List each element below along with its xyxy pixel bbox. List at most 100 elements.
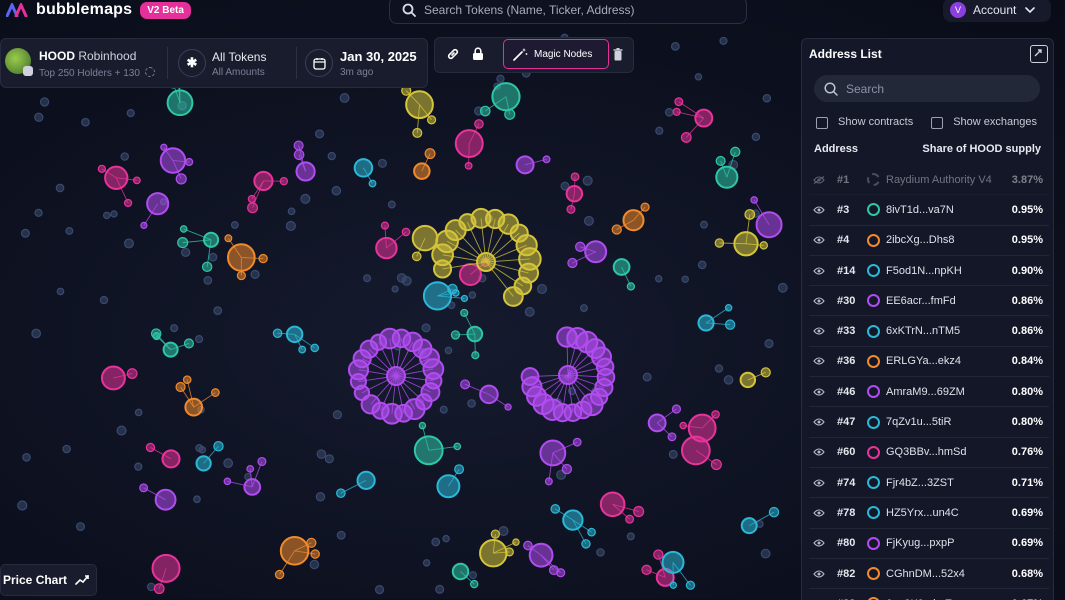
holder-dot[interactable] xyxy=(125,199,132,206)
holder-dot[interactable] xyxy=(716,156,725,165)
date-picker-button[interactable] xyxy=(305,49,333,77)
holder-dot[interactable] xyxy=(724,376,732,384)
holder-dot[interactable] xyxy=(419,423,425,429)
holder-bubble[interactable] xyxy=(102,367,125,390)
address-row[interactable]: #30EE6acr...fmFd0.86% xyxy=(809,286,1049,316)
address-row[interactable]: #836nn3K9...kqEq0.67% xyxy=(809,589,1049,600)
price-chart-button[interactable]: Price Chart xyxy=(0,564,97,596)
holder-dot[interactable] xyxy=(443,535,449,541)
holder-dot[interactable] xyxy=(248,203,258,213)
holder-dot[interactable] xyxy=(311,550,319,558)
col-address[interactable]: Address xyxy=(814,143,858,155)
holder-dot[interactable] xyxy=(317,450,325,458)
holder-dot[interactable] xyxy=(82,118,89,125)
holder-bubble[interactable] xyxy=(414,163,429,178)
holder-dot[interactable] xyxy=(681,133,691,143)
holder-dot[interactable] xyxy=(176,174,186,184)
holder-dot[interactable] xyxy=(545,478,552,485)
logo[interactable]: bubblemaps V2 Beta xyxy=(6,0,191,20)
holder-dot[interactable] xyxy=(711,460,721,470)
address-row[interactable]: #46AmraM9...69ZM0.80% xyxy=(809,377,1049,407)
holder-dot[interactable] xyxy=(612,225,621,234)
holder-dot[interactable] xyxy=(543,156,550,163)
eye-icon[interactable] xyxy=(813,267,829,275)
eye-icon[interactable] xyxy=(813,388,829,396)
holder-dot[interactable] xyxy=(469,292,475,298)
holder-dot[interactable] xyxy=(472,352,479,359)
holder-bubble[interactable] xyxy=(522,368,539,385)
holder-dot[interactable] xyxy=(194,496,201,503)
holder-bubble[interactable] xyxy=(742,518,757,533)
holder-dot[interactable] xyxy=(751,197,757,203)
holder-dot[interactable] xyxy=(668,433,676,441)
holder-dot[interactable] xyxy=(23,454,30,461)
lock-button[interactable] xyxy=(468,44,488,64)
holder-bubble[interactable] xyxy=(504,287,523,306)
holder-dot[interactable] xyxy=(778,283,787,292)
holder-dot[interactable] xyxy=(369,180,376,187)
holder-dot[interactable] xyxy=(151,329,160,338)
holder-bubble[interactable] xyxy=(623,210,643,230)
holder-dot[interactable] xyxy=(455,465,464,474)
holder-dot[interactable] xyxy=(196,336,203,343)
holder-dot[interactable] xyxy=(381,222,388,229)
holder-bubble[interactable] xyxy=(424,282,451,309)
holder-dot[interactable] xyxy=(135,463,142,470)
holder-dot[interactable] xyxy=(204,277,212,285)
holder-dot[interactable] xyxy=(22,229,30,237)
eye-icon[interactable] xyxy=(813,357,829,365)
address-row[interactable]: #14F5od1N...npKH0.90% xyxy=(809,256,1049,286)
holder-dot[interactable] xyxy=(376,586,384,594)
holder-dot[interactable] xyxy=(209,253,217,261)
holder-bubble[interactable] xyxy=(530,544,553,567)
show-exchanges-checkbox[interactable] xyxy=(931,117,943,129)
holder-dot[interactable] xyxy=(538,285,547,294)
holder-dot[interactable] xyxy=(111,211,117,217)
holder-bubble[interactable] xyxy=(105,167,127,189)
holder-bubble[interactable] xyxy=(153,555,180,582)
eye-icon[interactable] xyxy=(813,418,829,426)
holder-dot[interactable] xyxy=(402,277,411,286)
holder-dot[interactable] xyxy=(148,583,155,590)
holder-dot[interactable] xyxy=(626,515,634,523)
show-contracts-checkbox[interactable] xyxy=(816,117,828,129)
holder-dot[interactable] xyxy=(682,276,688,282)
eye-icon[interactable] xyxy=(813,509,829,517)
holder-dot[interactable] xyxy=(154,584,164,594)
address-row[interactable]: #38ivT1d...va7N0.95% xyxy=(809,195,1049,225)
holder-dot[interactable] xyxy=(656,276,662,282)
holder-dot[interactable] xyxy=(525,307,534,316)
holder-bubble[interactable] xyxy=(453,564,469,580)
link-button[interactable] xyxy=(443,44,463,64)
holder-dot[interactable] xyxy=(641,203,649,211)
holder-dot[interactable] xyxy=(310,560,318,568)
holder-dot[interactable] xyxy=(178,238,188,248)
holder-bubble[interactable] xyxy=(228,244,255,271)
holder-dot[interactable] xyxy=(127,369,137,379)
holder-dot[interactable] xyxy=(18,501,27,510)
holder-dot[interactable] xyxy=(672,43,680,51)
holder-bubble[interactable] xyxy=(204,233,218,247)
holder-dot[interactable] xyxy=(675,98,683,106)
holder-dot[interactable] xyxy=(259,255,267,263)
holder-dot[interactable] xyxy=(422,324,430,332)
holder-dot[interactable] xyxy=(63,445,70,452)
holder-dot[interactable] xyxy=(760,242,767,249)
holder-dot[interactable] xyxy=(32,329,40,337)
holder-dot[interactable] xyxy=(505,404,511,410)
holder-dot[interactable] xyxy=(731,147,740,156)
holder-dot[interactable] xyxy=(146,443,154,451)
holder-bubble[interactable] xyxy=(185,399,202,416)
holder-bubble[interactable] xyxy=(614,259,630,275)
holder-bubble[interactable] xyxy=(161,148,185,172)
delete-button[interactable] xyxy=(609,44,627,64)
holder-dot[interactable] xyxy=(698,261,705,268)
holder-dot[interactable] xyxy=(214,442,223,451)
holder-dot[interactable] xyxy=(588,528,596,536)
holder-dot[interactable] xyxy=(752,133,759,140)
holder-bubble[interactable] xyxy=(585,241,606,262)
holder-dot[interactable] xyxy=(568,258,577,267)
holder-bubble[interactable] xyxy=(734,232,757,255)
holder-dot[interactable] xyxy=(203,262,212,271)
holder-bubble[interactable] xyxy=(162,450,179,467)
